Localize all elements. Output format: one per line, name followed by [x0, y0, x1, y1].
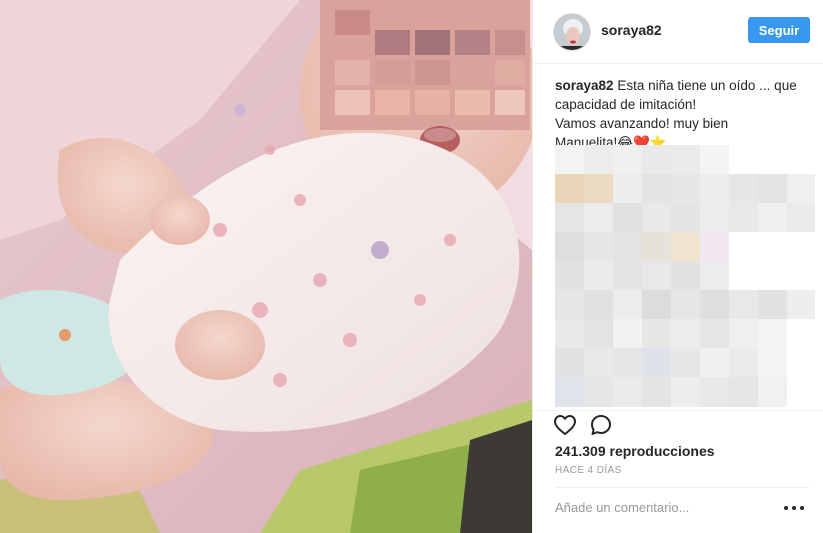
view-count[interactable]: 241.309 reproducciones	[555, 443, 715, 459]
post-video[interactable]	[0, 0, 532, 533]
heart-icon[interactable]	[553, 413, 577, 437]
avatar[interactable]	[553, 13, 591, 51]
post-header: soraya82 Seguir	[533, 0, 823, 64]
face-censor	[320, 0, 530, 130]
more-options-icon[interactable]	[784, 500, 804, 516]
caption-line-1: Esta niña tiene un oído ... que	[617, 78, 797, 93]
comment-divider	[555, 487, 809, 488]
post-actions-divider	[533, 410, 823, 411]
more-dot	[800, 506, 804, 510]
post-timestamp[interactable]: HACE 4 DÍAS	[555, 465, 622, 476]
add-comment-input[interactable]	[555, 500, 785, 515]
caption-username[interactable]: soraya82	[555, 78, 614, 93]
post-author-username[interactable]: soraya82	[601, 22, 662, 38]
post-sidebar: soraya82 Seguir soraya82 Esta niña tiene…	[532, 0, 823, 533]
baby-video-frame	[0, 0, 532, 533]
caption-line-3: Vamos avanzando! muy bien	[555, 116, 729, 131]
caption-line-2: capacidad de imitación!	[555, 97, 697, 112]
instagram-post: soraya82 Seguir soraya82 Esta niña tiene…	[0, 0, 823, 533]
post-caption: soraya82 Esta niña tiene un oído ... que…	[555, 76, 817, 152]
more-dot	[792, 506, 796, 510]
more-dot	[784, 506, 788, 510]
comment-icon[interactable]	[589, 413, 613, 437]
profile-photo	[554, 14, 590, 50]
pixelated-comments	[555, 145, 815, 407]
follow-button[interactable]: Seguir	[748, 17, 810, 43]
